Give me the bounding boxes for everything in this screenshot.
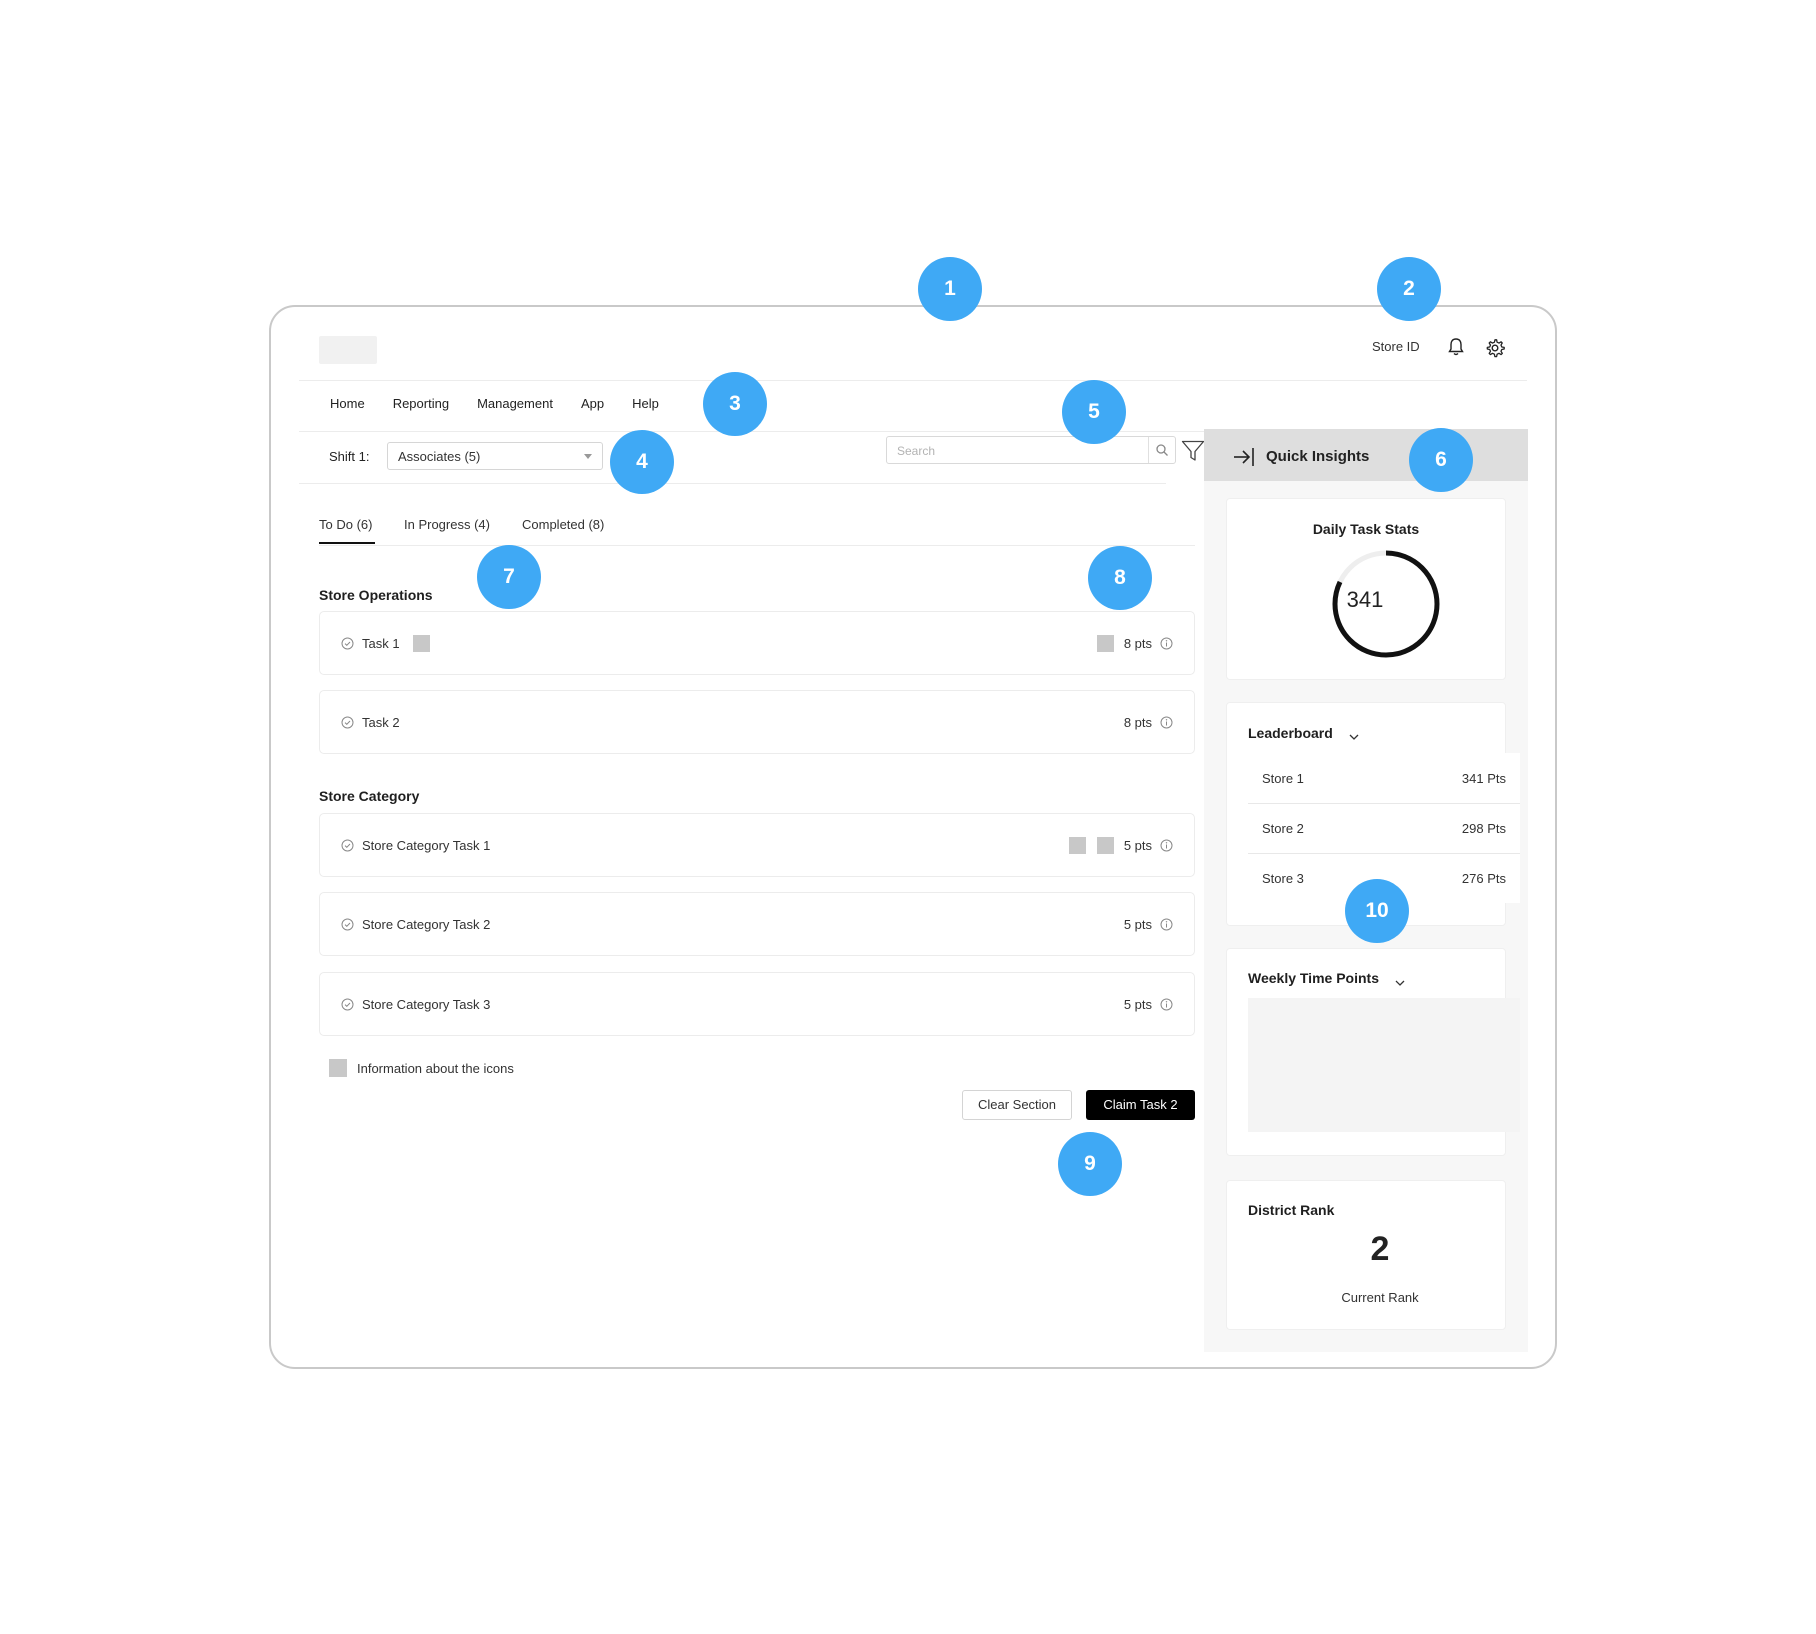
annotation-badge-4: 4 bbox=[610, 430, 674, 494]
info-icon[interactable] bbox=[1160, 637, 1173, 650]
check-circle-icon[interactable] bbox=[341, 839, 354, 852]
tabs-divider bbox=[319, 545, 1195, 546]
task-type-icon bbox=[1097, 635, 1114, 652]
task-card[interactable]: Task 2 8 pts bbox=[319, 690, 1195, 754]
leaderboard-row: Store 1 341 Pts bbox=[1248, 754, 1520, 802]
task-points: 5 pts bbox=[1123, 838, 1152, 853]
info-icon[interactable] bbox=[1160, 839, 1173, 852]
daily-task-stats-value: 341 bbox=[1346, 587, 1384, 612]
task-points: 8 pts bbox=[1123, 636, 1152, 651]
logo bbox=[319, 336, 377, 364]
search-icon[interactable] bbox=[1155, 443, 1169, 460]
task-label: Store Category Task 2 bbox=[362, 917, 491, 932]
check-circle-icon[interactable] bbox=[341, 918, 354, 931]
leaderboard-points: 341 Pts bbox=[1461, 771, 1506, 786]
task-points: 8 pts bbox=[1123, 715, 1152, 730]
collapse-panel-icon[interactable] bbox=[1232, 446, 1256, 473]
chevron-down-icon bbox=[584, 454, 592, 459]
annotation-badge-10: 10 bbox=[1345, 879, 1409, 943]
check-circle-icon[interactable] bbox=[341, 637, 354, 650]
daily-task-stats-title: Daily Task Stats bbox=[1312, 521, 1420, 537]
task-label: Task 1 bbox=[362, 636, 400, 651]
district-rank-title: District Rank bbox=[1248, 1202, 1335, 1218]
associates-select-value: Associates (5) bbox=[398, 449, 481, 464]
leaderboard-points: 276 Pts bbox=[1461, 871, 1506, 886]
task-label: Store Category Task 1 bbox=[362, 838, 491, 853]
leaderboard-store: Store 3 bbox=[1262, 871, 1304, 886]
filter-icon[interactable] bbox=[1181, 440, 1205, 467]
search-placeholder: Search bbox=[897, 444, 936, 458]
task-card[interactable]: Store Category Task 1 5 pts bbox=[319, 813, 1195, 877]
check-circle-icon[interactable] bbox=[341, 716, 354, 729]
weekly-time-points-title[interactable]: Weekly Time Points bbox=[1248, 970, 1379, 986]
store-id: Store ID bbox=[1372, 339, 1420, 354]
task-points: 5 pts bbox=[1123, 997, 1152, 1012]
info-icon[interactable] bbox=[1160, 918, 1173, 931]
section-title-store-operations: Store Operations bbox=[319, 587, 433, 603]
nav-management[interactable]: Management bbox=[477, 396, 553, 411]
leaderboard-row: Store 2 298 Pts bbox=[1248, 804, 1520, 852]
shift-label: Shift 1: bbox=[329, 449, 370, 464]
tab-to-do[interactable]: To Do (6) bbox=[319, 517, 372, 532]
check-circle-icon[interactable] bbox=[341, 998, 354, 1011]
annotation-badge-9: 9 bbox=[1058, 1132, 1122, 1196]
task-points: 5 pts bbox=[1123, 917, 1152, 932]
leaderboard-title[interactable]: Leaderboard bbox=[1248, 725, 1333, 741]
active-tab-indicator bbox=[319, 542, 375, 544]
clear-section-button[interactable]: Clear Section bbox=[962, 1090, 1072, 1120]
chevron-down-icon[interactable] bbox=[1394, 975, 1406, 993]
leaderboard-store: Store 1 bbox=[1262, 771, 1304, 786]
legend-icon bbox=[329, 1059, 347, 1077]
section-title-store-category: Store Category bbox=[319, 788, 420, 804]
nav-reporting[interactable]: Reporting bbox=[393, 396, 449, 411]
associates-select[interactable]: Associates (5) bbox=[387, 442, 603, 470]
annotation-badge-2: 2 bbox=[1377, 257, 1441, 321]
annotation-badge-8: 8 bbox=[1088, 546, 1152, 610]
tab-completed[interactable]: Completed (8) bbox=[522, 517, 604, 532]
task-card[interactable]: Task 1 8 pts bbox=[319, 611, 1195, 675]
annotation-badge-6: 6 bbox=[1409, 428, 1473, 492]
task-card[interactable]: Store Category Task 2 5 pts bbox=[319, 892, 1195, 956]
task-label: Store Category Task 3 bbox=[362, 997, 491, 1012]
annotation-badge-1: 1 bbox=[918, 257, 982, 321]
task-status-icon bbox=[1069, 837, 1086, 854]
search-input[interactable]: Search bbox=[886, 436, 1176, 464]
leaderboard-points: 298 Pts bbox=[1461, 821, 1506, 836]
gear-icon[interactable] bbox=[1484, 337, 1506, 359]
bell-icon[interactable] bbox=[1445, 336, 1467, 358]
nav-help[interactable]: Help bbox=[632, 396, 659, 411]
chevron-down-icon[interactable] bbox=[1348, 729, 1360, 747]
nav-home[interactable]: Home bbox=[330, 396, 365, 411]
annotation-badge-5: 5 bbox=[1062, 380, 1126, 444]
district-rank-caption: Current Rank bbox=[1341, 1290, 1419, 1305]
main-nav: Home Reporting Management App Help bbox=[330, 396, 687, 411]
filters-divider bbox=[299, 483, 1166, 484]
annotation-badge-7: 7 bbox=[477, 545, 541, 609]
info-icon[interactable] bbox=[1160, 998, 1173, 1011]
task-status-icon bbox=[413, 635, 430, 652]
claim-task-button[interactable]: Claim Task 2 bbox=[1086, 1090, 1195, 1120]
task-type-icon bbox=[1097, 837, 1114, 854]
leaderboard-store: Store 2 bbox=[1262, 821, 1304, 836]
info-icon[interactable] bbox=[1160, 716, 1173, 729]
header-divider bbox=[299, 380, 1527, 381]
nav-app[interactable]: App bbox=[581, 396, 604, 411]
annotation-badge-3: 3 bbox=[703, 372, 767, 436]
quick-insights-title: Quick Insights bbox=[1266, 448, 1370, 465]
search-divider bbox=[1148, 437, 1149, 463]
task-card[interactable]: Store Category Task 3 5 pts bbox=[319, 972, 1195, 1036]
district-rank-value: 2 bbox=[1370, 1230, 1390, 1268]
task-label: Task 2 bbox=[362, 715, 400, 730]
tab-in-progress[interactable]: In Progress (4) bbox=[404, 517, 490, 532]
weekly-time-points-chart-placeholder bbox=[1248, 998, 1520, 1132]
legend-text: Information about the icons bbox=[357, 1061, 514, 1076]
